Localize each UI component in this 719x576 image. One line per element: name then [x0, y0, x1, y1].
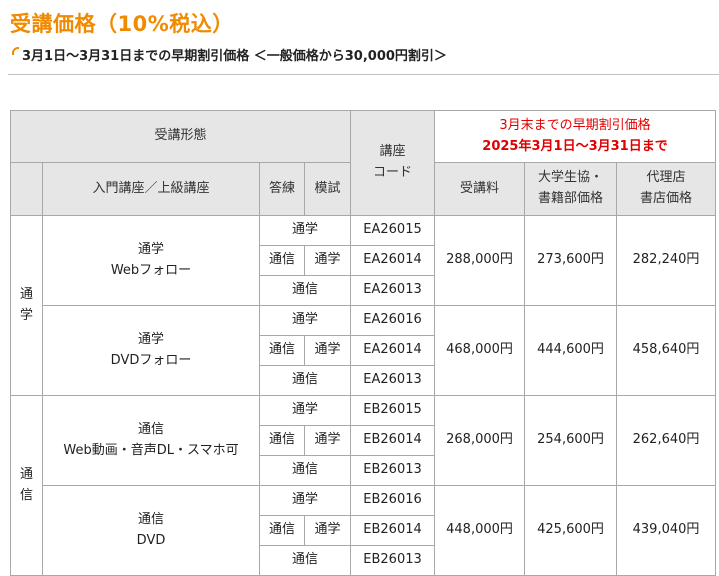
agent-price-cell: 262,640円 [616, 395, 717, 486]
header-coop-line2: 書籍部価格 [538, 191, 604, 206]
course-code: EA26015 [350, 215, 436, 246]
mode-cell: 通信 [258, 275, 352, 306]
header-form: 受講形態 [9, 110, 352, 163]
header-mock: 模試 [303, 162, 352, 216]
course-code: EB26014 [350, 515, 436, 546]
header-answer: 答練 [259, 162, 305, 216]
header-agent-line1: 代理店 [646, 170, 686, 186]
course-name-line1: 通信 [137, 511, 164, 527]
mock-mode-cell: 通学 [303, 245, 352, 276]
course-code: EB26013 [350, 455, 436, 486]
course-name-line1: 通学 [137, 331, 164, 347]
course-name-line1: 通信 [137, 421, 164, 437]
header-promo: 3月末までの早期割引価格 2025年3月1日～3月31日まで [434, 110, 717, 163]
header-row-1: 受講形態 講座 コード 3月末までの早期割引価格 2025年3月1日～3月31日… [9, 110, 717, 216]
mode-cell: 通信 [258, 545, 352, 576]
bullet-arc-icon [12, 47, 19, 55]
mode-cell: 通学 [258, 215, 352, 246]
answer-mode-cell: 通信 [259, 335, 305, 366]
table-row: 通 信 通信 Web動画・音声DL・スマホ可 通学 EB26015 268,00… [10, 395, 717, 576]
price-table: 受講形態 講座 コード 3月末までの早期割引価格 2025年3月1日～3月31日… [9, 110, 717, 576]
course-name-line2: Webフォロー [110, 262, 192, 278]
course-name: 通信 DVD [42, 485, 260, 576]
course-code: EA26013 [350, 365, 436, 396]
mode-cell: 通学 [258, 485, 352, 516]
page-subtitle: 3月1日～3月31日までの早期割引価格 ＜一般価格から30,000円割引＞ [22, 49, 447, 64]
course-code: EB26013 [350, 545, 436, 576]
course-code: EB26016 [350, 485, 436, 516]
group-label-line1: 通 [19, 466, 33, 482]
course-code: EA26016 [350, 305, 436, 336]
header-course-level: 入門講座／上級講座 [42, 162, 260, 216]
answer-mode-cell: 通信 [259, 515, 305, 546]
mode-cell: 通学 [258, 305, 352, 336]
group-label-line2: 信 [19, 487, 33, 503]
header-blank [10, 162, 43, 216]
fee-cell: 468,000円 [434, 305, 526, 396]
table-row: 通信 DVD 通学 EB26016 448,000円 425,600円 439,… [11, 485, 717, 576]
mock-mode-cell: 通学 [303, 515, 352, 546]
answer-mode-cell: 通信 [259, 245, 305, 276]
table-row: 通学 DVDフォロー 通学 EA26016 468,000円 444,600円 … [11, 305, 717, 396]
agent-price-cell: 439,040円 [616, 485, 717, 576]
course-code: EA26014 [350, 245, 436, 276]
header-code-line1: 講座 [379, 144, 406, 160]
coop-price-cell: 444,600円 [524, 305, 618, 396]
course-name: 通信 Web動画・音声DL・スマホ可 [42, 395, 260, 486]
header-fee: 受講料 [434, 162, 526, 216]
agent-price-cell: 458,640円 [616, 305, 717, 396]
fee-cell: 448,000円 [434, 485, 526, 576]
subtitle-row: 3月1日～3月31日までの早期割引価格 ＜一般価格から30,000円割引＞ [8, 44, 719, 75]
course-code: EB26015 [350, 395, 436, 426]
header-coop: 大学生協・ 書籍部価格 [524, 162, 618, 216]
group-label-line1: 通 [19, 286, 33, 302]
header-code-line2: コード [373, 165, 413, 180]
header-agent: 代理店 書店価格 [616, 162, 717, 216]
course-name-line2: DVDフォロー [110, 352, 192, 368]
coop-price-cell: 425,600円 [524, 485, 618, 576]
course-name: 通学 DVDフォロー [42, 305, 260, 396]
mode-cell: 通学 [258, 395, 352, 426]
mode-cell: 通信 [258, 365, 352, 396]
fee-cell: 288,000円 [434, 215, 526, 306]
course-code: EA26014 [350, 335, 436, 366]
header-promo-line2: 2025年3月1日～3月31日まで [482, 138, 668, 154]
agent-price-cell: 282,240円 [616, 215, 717, 306]
page-title: 受講価格（10%税込） [10, 12, 234, 36]
header-promo-line1: 3月末までの早期割引価格 [499, 117, 651, 133]
course-name-line1: 通学 [137, 241, 164, 257]
course-code: EB26014 [350, 425, 436, 456]
group-label-tsushin: 通 信 [10, 395, 43, 576]
course-name: 通学 Webフォロー [42, 215, 260, 306]
mode-cell: 通信 [258, 455, 352, 486]
course-code: EA26013 [350, 275, 436, 306]
price-page: 受講価格（10%税込） 3月1日～3月31日までの早期割引価格 ＜一般価格から3… [0, 0, 719, 576]
coop-price-cell: 254,600円 [524, 395, 618, 486]
fee-cell: 268,000円 [434, 395, 526, 486]
group-label-tsugaku: 通 学 [10, 215, 43, 396]
mock-mode-cell: 通学 [303, 335, 352, 366]
answer-mode-cell: 通信 [259, 425, 305, 456]
group-label-line2: 学 [19, 307, 33, 323]
table-row: 通 学 通学 Webフォロー 通学 EA26015 288,000円 273,6… [10, 215, 717, 396]
header-code: 講座 コード [350, 110, 436, 216]
course-name-line2: Web動画・音声DL・スマホ可 [63, 442, 239, 458]
header-coop-line1: 大学生協・ [538, 170, 604, 186]
course-name-line2: DVD [136, 532, 166, 548]
mock-mode-cell: 通学 [303, 425, 352, 456]
header-agent-line2: 書店価格 [640, 191, 693, 206]
coop-price-cell: 273,600円 [524, 215, 618, 306]
